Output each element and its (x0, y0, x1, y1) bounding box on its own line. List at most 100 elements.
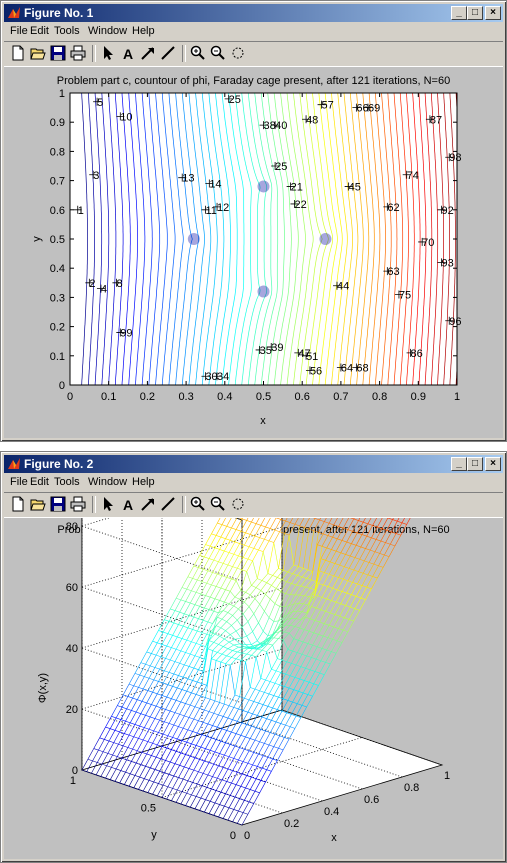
mesh-line (321, 597, 327, 600)
x-tick-label: 0.1 (101, 391, 116, 403)
contour-level-label: 57 (322, 100, 334, 112)
rotate-icon[interactable] (230, 496, 246, 512)
mesh-line (343, 629, 348, 633)
figure-canvas[interactable]: Problem part c, potential of phi, Farada… (4, 518, 503, 859)
mesh-line (288, 524, 296, 536)
mesh-line (359, 599, 366, 611)
y-tick-label: 1 (70, 775, 76, 787)
menu-window[interactable]: Window (88, 476, 127, 488)
mesh-line (300, 655, 307, 667)
mesh-line (294, 626, 300, 629)
print-icon[interactable] (70, 496, 86, 512)
mesh-line (288, 677, 296, 689)
line-icon[interactable] (160, 496, 176, 512)
close-button[interactable]: × (485, 457, 501, 471)
mesh-line (299, 518, 305, 527)
open-folder-icon[interactable] (30, 496, 46, 512)
menu-edit[interactable]: Edit (30, 25, 49, 37)
mesh-line (284, 625, 291, 633)
mesh-line (284, 686, 290, 689)
mesh-line (366, 586, 372, 590)
mesh-line (365, 537, 372, 549)
mesh-line (297, 703, 303, 706)
new-file-icon[interactable] (10, 45, 26, 61)
mesh-line (378, 565, 384, 568)
zoom-out-icon[interactable] (210, 45, 226, 61)
zoom-in-icon[interactable] (190, 45, 206, 61)
mesh-line (310, 588, 316, 591)
line-icon[interactable] (160, 45, 176, 61)
maximize-button[interactable]: □ (467, 6, 483, 20)
titlebar[interactable]: Figure No. 1 _ □ × (4, 4, 503, 22)
maximize-button[interactable]: □ (467, 457, 483, 471)
mesh-line (358, 518, 361, 521)
mesh-line (282, 534, 290, 571)
mesh-line (341, 540, 347, 543)
mesh-line (392, 519, 398, 522)
new-file-icon[interactable] (10, 496, 26, 512)
menu-tools[interactable]: Tools (54, 25, 80, 37)
mesh-line (329, 653, 337, 665)
rotate-icon[interactable] (230, 45, 246, 61)
minimize-button[interactable]: _ (451, 457, 467, 471)
mesh-line (332, 638, 338, 642)
contour-level-label: 74 (407, 170, 419, 182)
mesh-line (389, 533, 397, 545)
contour-level-label: 21 (291, 181, 303, 193)
mesh-line (307, 632, 315, 644)
mesh-line (333, 575, 339, 578)
close-button[interactable]: × (485, 6, 501, 20)
save-icon[interactable] (50, 496, 66, 512)
menu-help[interactable]: Help (132, 25, 155, 37)
x-tick-label: 0.9 (411, 391, 426, 403)
zoom-in-icon[interactable] (190, 496, 206, 512)
mesh-line (367, 518, 372, 524)
menu-edit[interactable]: Edit (30, 476, 49, 488)
mesh-line (281, 700, 289, 712)
zoom-out-icon[interactable] (210, 496, 226, 512)
x-tick-label: 0.2 (284, 818, 299, 830)
mesh-line (339, 564, 345, 568)
mesh-line (356, 545, 361, 548)
contour-level-label: 64 (341, 362, 353, 374)
contour-level-label: 45 (349, 181, 361, 193)
print-icon[interactable] (70, 45, 86, 61)
menu-window[interactable]: Window (88, 25, 127, 37)
contour-level-label: 51 (306, 351, 318, 363)
figure-canvas[interactable]: Problem part c, countour of phi, Faraday… (4, 67, 503, 438)
mesh-line (291, 663, 297, 666)
window-title: Figure No. 1 (24, 6, 94, 20)
z-tick-label: 40 (66, 643, 78, 655)
mesh-line (308, 528, 314, 532)
arrow-icon[interactable] (140, 496, 156, 512)
mesh-line (347, 580, 353, 583)
mesh-line (289, 518, 294, 523)
mesh-line (308, 671, 316, 683)
open-folder-icon[interactable] (30, 45, 46, 61)
text-A-icon[interactable]: A (120, 45, 136, 61)
save-icon[interactable] (50, 45, 66, 61)
menu-file[interactable]: File (10, 476, 28, 488)
titlebar[interactable]: Figure No. 2 _ □ × (4, 455, 503, 473)
menu-tools[interactable]: Tools (54, 476, 80, 488)
mesh-line (357, 522, 364, 534)
arrow-icon[interactable] (140, 45, 156, 61)
mesh-line (287, 700, 293, 703)
text-A-icon[interactable]: A (120, 496, 136, 512)
mesh-line (333, 626, 339, 629)
menu-help[interactable]: Help (132, 476, 155, 488)
x-tick-label: 0.6 (295, 391, 310, 403)
mesh-line (346, 541, 352, 544)
contour-level-label: 39 (271, 342, 283, 354)
menu-file[interactable]: File (10, 25, 28, 37)
x-tick-label: 0.4 (217, 391, 232, 403)
mesh-line (351, 543, 357, 546)
mesh-line (314, 620, 320, 623)
mesh-line (358, 520, 364, 523)
x-axis-label: x (260, 415, 266, 427)
pointer-icon[interactable] (100, 45, 116, 61)
minimize-button[interactable]: _ (451, 6, 467, 20)
mesh-line (298, 595, 305, 604)
conductor-marker (257, 180, 270, 193)
pointer-icon[interactable] (100, 496, 116, 512)
